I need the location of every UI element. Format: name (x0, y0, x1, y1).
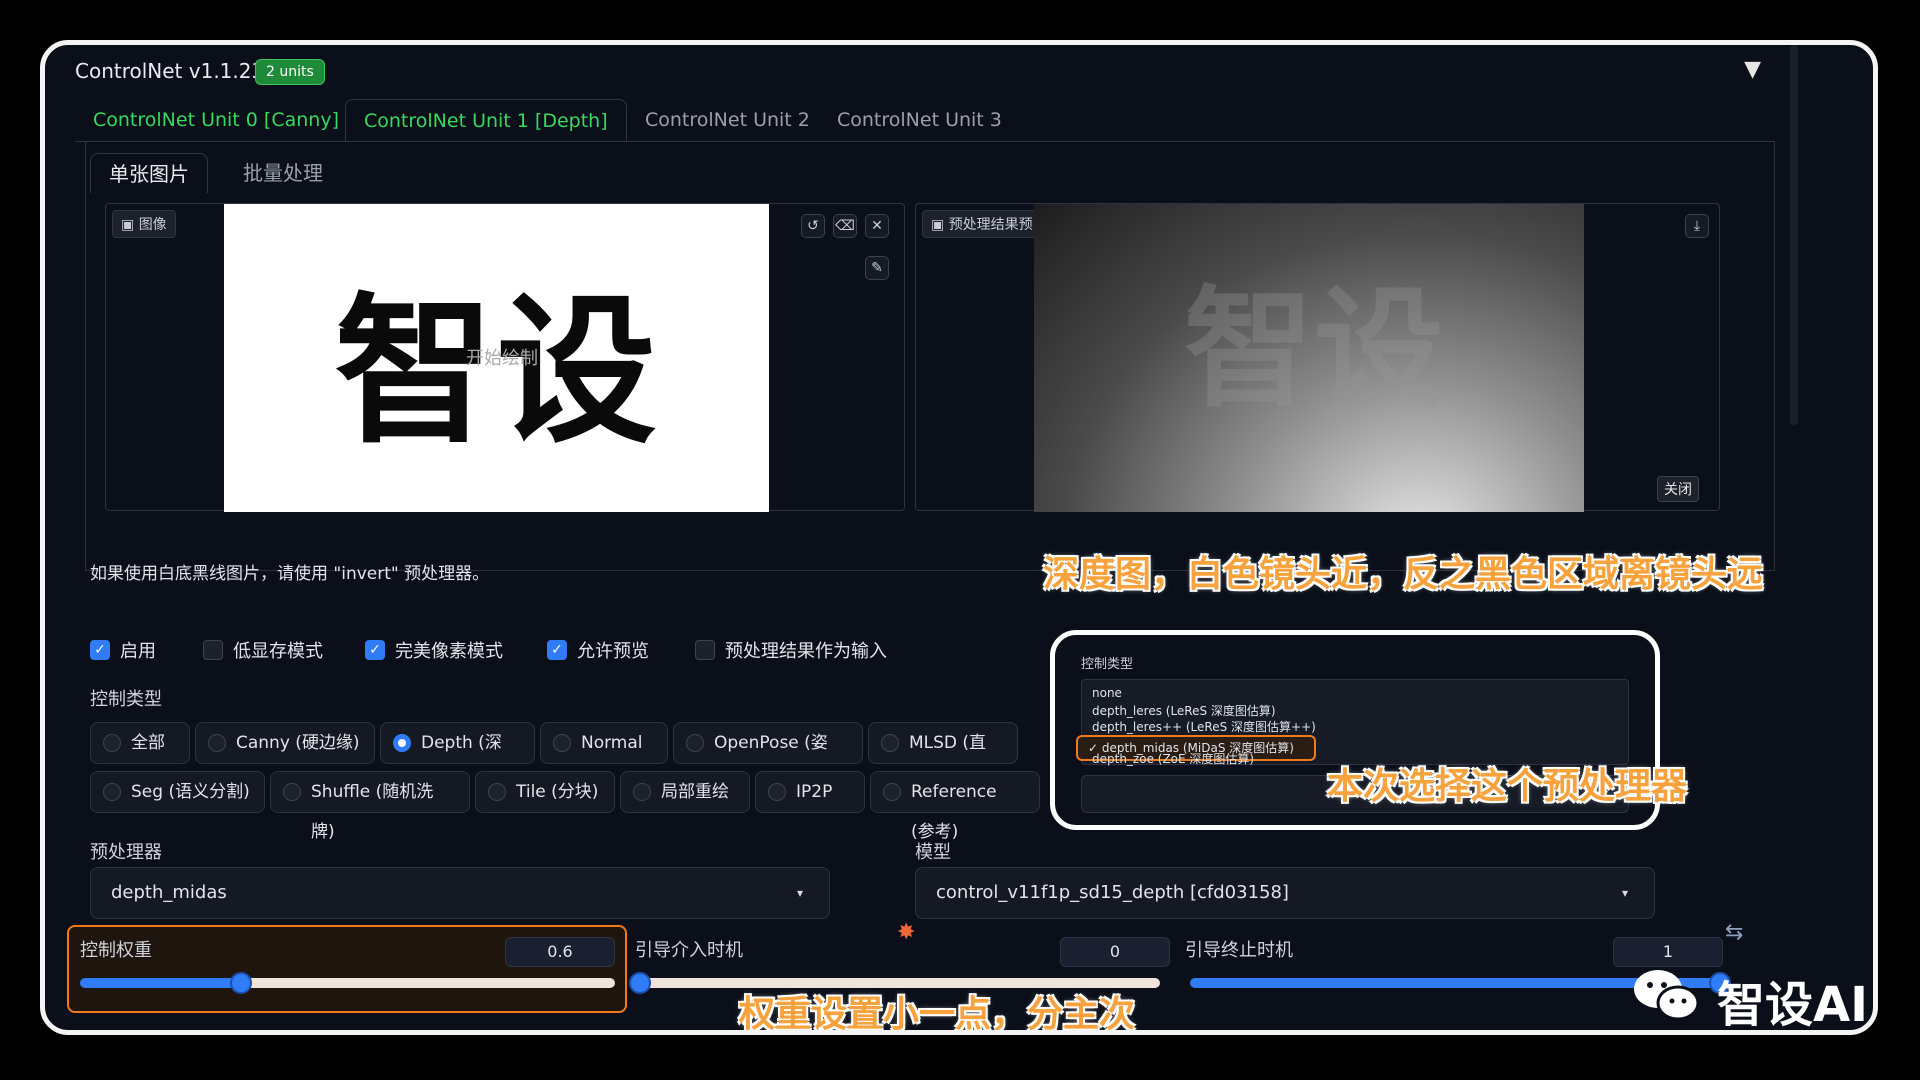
checkbox-preview-as-input[interactable]: 预处理结果作为输入 (695, 637, 887, 663)
watermark-text: 智设AI (1717, 977, 1869, 1033)
close-icon[interactable]: ✕ (865, 214, 889, 238)
image-panel-label: ▣ 图像 (112, 210, 176, 238)
invert-note: 如果使用白底黑线图片，请使用 "invert" 预处理器。 (90, 564, 490, 584)
scrollbar[interactable] (1790, 45, 1798, 425)
control-weight-input[interactable]: 0.6 (505, 937, 615, 967)
option-depth-zoe[interactable]: depth_zoe (ZoE 深度图估算) (1092, 750, 1254, 767)
checkbox-preview-as-input-box[interactable] (695, 640, 715, 660)
refresh-models-icon[interactable]: ⇆ (1725, 920, 1743, 945)
subtab-single-image[interactable]: 单张图片 (90, 153, 208, 193)
depth-preview-image: 智设 (1034, 204, 1584, 512)
annotation-weight-hint: 权重设置小一点，分主次 (739, 994, 1136, 1035)
radio-all[interactable]: 全部 (90, 722, 190, 764)
control-weight-track[interactable] (80, 978, 615, 988)
radio-reference[interactable]: Reference (参考) (870, 771, 1040, 842)
option-none[interactable]: none (1092, 686, 1122, 700)
checkbox-low-vram[interactable]: 低显存模式 (203, 637, 323, 663)
radio-openpose[interactable]: OpenPose (姿态) (673, 722, 863, 793)
radio-dot (686, 734, 704, 752)
guidance-start-label: 引导介入时机 (635, 940, 743, 961)
radio-dot (553, 734, 571, 752)
guidance-start-thumb[interactable] (629, 972, 651, 994)
annotation-select-preprocessor: 本次选择这个预处理器 (1327, 766, 1688, 807)
radio-seg[interactable]: Seg (语义分割) (90, 771, 265, 813)
radio-dot (103, 734, 121, 752)
radio-dot (488, 783, 506, 801)
guidance-end-label: 引导终止时机 (1185, 940, 1293, 961)
model-value: control_v11f1p_sd15_depth [cfd03158] (936, 882, 1289, 903)
eraser-icon[interactable]: ⌫ (833, 214, 857, 238)
preprocessor-options-list: none depth_leres (LeReS 深度图估算) depth_ler… (1076, 679, 1629, 767)
brush-icon[interactable]: ✎ (865, 256, 889, 280)
control-weight-thumb[interactable] (229, 972, 252, 994)
radio-dot (768, 783, 786, 801)
preprocessor-value: depth_midas (111, 882, 227, 903)
radio-canny[interactable]: Canny (硬边缘) (195, 722, 375, 764)
tab-unit-1[interactable]: ControlNet Unit 1 [Depth] (345, 99, 627, 141)
checkbox-allow-preview-box[interactable]: ✓ (547, 640, 567, 660)
radio-dot-selected (393, 734, 411, 752)
close-preview-button[interactable]: 关闭 (1657, 476, 1699, 502)
radio-tile[interactable]: Tile (分块) (475, 771, 615, 813)
checkbox-pixel-perfect[interactable]: ✓ 完美像素模式 (365, 637, 503, 663)
collapse-icon[interactable]: ▼ (1744, 57, 1761, 82)
option-depth-leres-plus[interactable]: depth_leres++ (LeReS 深度图估算++) (1092, 718, 1316, 735)
model-label: 模型 (915, 842, 951, 863)
popup-title: 控制类型 (1081, 657, 1134, 672)
model-select[interactable]: control_v11f1p_sd15_depth [cfd03158] ▾ (915, 867, 1655, 919)
radio-normal[interactable]: Normal (540, 722, 668, 764)
guidance-end-input[interactable]: 1 (1613, 937, 1723, 967)
radio-dot (881, 734, 899, 752)
radio-ip2p[interactable]: IP2P (755, 771, 865, 813)
radio-mlsd[interactable]: MLSD (直线) (868, 722, 1018, 793)
radio-inpaint[interactable]: 局部重绘 (620, 771, 750, 813)
radio-dot (883, 783, 901, 801)
preprocessor-preview-panel: ▣ 预处理结果预览 智设 ⤓ 关闭 (915, 203, 1720, 512)
annotation-depth-explain: 深度图，白色镜头近，反之黑色区域离镜头远 (1043, 554, 1764, 595)
radio-shuffle[interactable]: Shuffle (随机洗牌) (270, 771, 470, 842)
radio-dot (103, 783, 121, 801)
preprocessor-label: 预处理器 (90, 842, 162, 863)
chevron-down-icon: ▾ (796, 886, 803, 900)
control-type-label: 控制类型 (90, 689, 162, 710)
checkbox-pixel-perfect-box[interactable]: ✓ (365, 640, 385, 660)
download-icon[interactable]: ⤓ (1685, 214, 1709, 238)
undo-icon[interactable]: ↺ (801, 214, 825, 238)
preprocessor-select[interactable]: depth_midas ▾ (90, 867, 830, 919)
control-weight-label: 控制权重 (80, 940, 152, 961)
guidance-start-input[interactable]: 0 (1060, 937, 1170, 967)
option-depth-leres[interactable]: depth_leres (LeReS 深度图估算) (1092, 702, 1276, 719)
radio-depth[interactable]: Depth (深度) (380, 722, 535, 793)
controlnet-title: ControlNet v1.1.238 (75, 59, 277, 83)
chevron-down-icon: ▾ (1621, 886, 1628, 900)
checkbox-allow-preview[interactable]: ✓ 允许预览 (547, 637, 649, 663)
radio-dot (208, 734, 226, 752)
run-preprocessor-icon[interactable]: ✸ (897, 920, 915, 945)
depth-ghost-text: 智设 (1184, 273, 1445, 425)
image-input-panel: ▣ 图像 智设 开始绘制 ↺ ⌫ ✕ ✎ (105, 203, 905, 512)
tab-unit-0[interactable]: ControlNet Unit 0 [Canny] (75, 99, 357, 141)
start-drawing-hint: 开始绘制 (466, 348, 538, 369)
radio-dot (283, 783, 301, 801)
tab-unit-2[interactable]: ControlNet Unit 2 (627, 99, 828, 141)
checkbox-enable-box[interactable]: ✓ (90, 640, 110, 660)
screenshot-frame: ControlNet v1.1.238 2 units ▼ ControlNet… (40, 40, 1878, 1035)
units-badge: 2 units (255, 59, 325, 85)
checkbox-low-vram-box[interactable] (203, 640, 223, 660)
checkbox-enable[interactable]: ✓ 启用 (90, 637, 156, 663)
radio-dot (633, 783, 651, 801)
tab-unit-3[interactable]: ControlNet Unit 3 (819, 99, 1020, 141)
wechat-icon (1634, 970, 1700, 1021)
subtab-batch[interactable]: 批量处理 (225, 153, 341, 193)
